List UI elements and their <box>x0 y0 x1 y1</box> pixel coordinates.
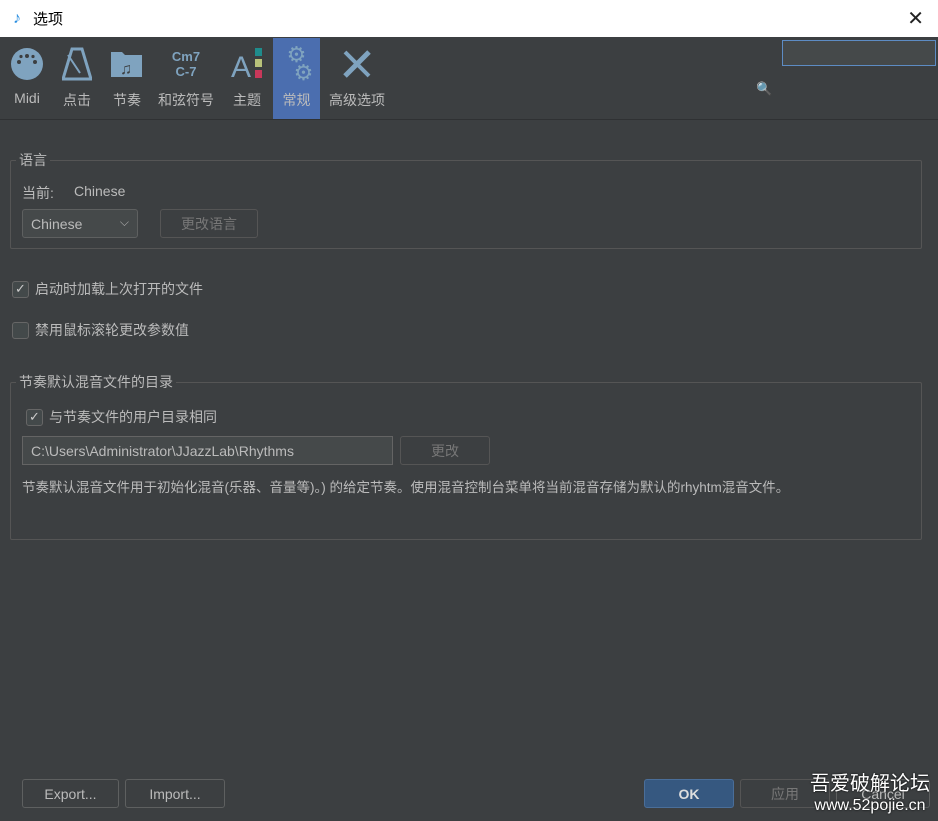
tab-label: 节奏 <box>113 92 141 108</box>
tab-label: 点击 <box>63 92 91 108</box>
tab-rhythms[interactable]: ♫ 节奏 <box>104 38 150 119</box>
theme-icon: A <box>230 38 264 90</box>
svg-text:♫: ♫ <box>120 61 132 78</box>
export-button[interactable]: Export... <box>22 779 119 808</box>
window-title: 选项 <box>33 11 64 28</box>
tab-chord-symbols[interactable]: Cm7 C-7 和弦符号 <box>154 38 218 119</box>
tab-label: Midi <box>14 90 40 106</box>
tab-click[interactable]: 点击 <box>56 38 98 119</box>
tab-general[interactable]: ⚙ ⚙ 常规 <box>273 38 320 119</box>
rhythm-folder-icon: ♫ <box>110 38 144 90</box>
checkbox-label: 启动时加载上次打开的文件 <box>35 281 203 297</box>
mix-directory-path[interactable]: C:\Users\Administrator\JJazzLab\Rhythms <box>22 436 393 465</box>
checkbox-label: 禁用鼠标滚轮更改参数值 <box>35 322 189 338</box>
chord-icon-text: C-7 <box>175 64 197 79</box>
language-select[interactable]: Chinese ⌵ <box>22 209 138 238</box>
midi-connector-icon <box>10 38 44 90</box>
import-button[interactable]: Import... <box>125 779 225 808</box>
chevron-down-icon: ⌵ <box>119 215 129 229</box>
tab-label: 和弦符号 <box>158 92 214 108</box>
mix-directory-description: 节奏默认混音文件用于初始化混音(乐器、音量等)。) 的给定节奏。使用混音控制台菜… <box>22 480 790 495</box>
disable-mouse-wheel-checkbox[interactable]: 禁用鼠标滚轮更改参数值 <box>12 320 189 340</box>
checkbox-checked-icon: ✓ <box>26 408 43 426</box>
watermark: 吾爱破解论坛 www.52pojie.cn <box>810 772 930 815</box>
search-input[interactable] <box>782 40 936 66</box>
load-last-file-checkbox[interactable]: ✓ 启动时加载上次打开的文件 <box>12 279 203 299</box>
language-group: 语言 <box>10 150 922 249</box>
title-bar: ♪ 选项 ✕ <box>0 0 938 37</box>
app-note-icon: ♪ <box>13 9 21 27</box>
current-language-value: Chinese <box>74 183 126 199</box>
language-select-value: Chinese <box>31 215 83 232</box>
gears-icon: ⚙ ⚙ <box>286 42 314 85</box>
tools-icon <box>341 38 373 90</box>
tab-advanced[interactable]: 高级选项 <box>324 38 390 119</box>
ok-button[interactable]: OK <box>644 779 734 808</box>
checkbox-label: 与节奏文件的用户目录相同 <box>49 409 217 425</box>
tab-label: 常规 <box>282 92 311 108</box>
svg-text:A: A <box>231 51 251 81</box>
same-as-user-dir-checkbox[interactable]: ✓ 与节奏文件的用户目录相同 <box>26 407 217 427</box>
metronome-icon <box>62 38 92 90</box>
chord-icon-text: Cm7 <box>171 49 201 64</box>
group-legend: 节奏默认混音文件的目录 <box>19 374 173 390</box>
group-legend: 语言 <box>19 152 47 168</box>
current-language-label: 当前: <box>22 185 54 201</box>
close-icon[interactable]: ✕ <box>907 6 924 31</box>
checkbox-unchecked-icon <box>12 321 29 339</box>
tab-label: 主题 <box>233 92 261 108</box>
watermark-line: www.52pojie.cn <box>814 797 926 814</box>
tab-theme[interactable]: A 主题 <box>226 38 268 119</box>
tab-midi[interactable]: Midi <box>4 38 50 119</box>
search-icon: 🔍 <box>756 81 773 96</box>
chord-symbol-icon: Cm7 C-7 <box>172 38 200 90</box>
checkbox-checked-icon: ✓ <box>12 280 29 298</box>
tab-label: 高级选项 <box>329 92 385 108</box>
change-language-button[interactable]: 更改语言 <box>160 209 258 238</box>
change-directory-button[interactable]: 更改 <box>400 436 490 465</box>
watermark-line: 吾爱破解论坛 <box>810 773 930 795</box>
